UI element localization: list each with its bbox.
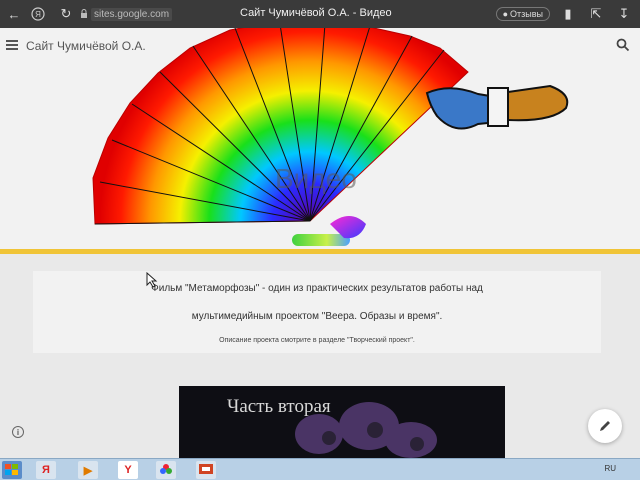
url-text: sites.google.com: [91, 7, 173, 21]
yandex-protect-icon[interactable]: Я: [28, 4, 48, 24]
language-indicator[interactable]: RU: [604, 464, 616, 473]
back-icon[interactable]: ←: [4, 4, 24, 24]
lock-icon: [81, 9, 87, 18]
description-card: Фильм "Метаморфозы" - один из практическ…: [33, 271, 601, 353]
presentation-icon[interactable]: [196, 461, 216, 479]
mouse-cursor-icon: [146, 272, 158, 288]
share-icon[interactable]: ⇱: [586, 4, 606, 24]
reviews-label: Отзывы: [510, 9, 543, 19]
paint-brush-icon: [425, 84, 569, 130]
bookmark-icon[interactable]: ▮: [558, 4, 578, 24]
description-note: Описание проекта смотрите в разделе "Тво…: [219, 337, 415, 344]
speech-bubble-icon: ●: [502, 9, 509, 19]
browser-toolbar: ← Я ↻ sites.google.com Сайт Чумичёвой О.…: [0, 0, 640, 28]
site-header: Сайт Чумичёвой О.А.: [0, 28, 640, 64]
os-taskbar: Я ▶ Y RU: [0, 458, 640, 480]
embedded-video[interactable]: Часть вторая: [179, 386, 505, 458]
reviews-button[interactable]: ● Отзывы: [495, 7, 550, 21]
address-bar[interactable]: sites.google.com: [80, 6, 180, 22]
download-icon[interactable]: ↧: [614, 4, 634, 24]
yandex-icon[interactable]: Я: [36, 461, 56, 479]
svg-text:Я: Я: [35, 10, 41, 19]
media-player-icon[interactable]: ▶: [78, 461, 98, 479]
edit-button[interactable]: [588, 409, 622, 443]
page-title: Видео: [275, 163, 357, 194]
description-line-2: мультимедийным проектом "Веера. Образы и…: [191, 311, 443, 322]
site-title[interactable]: Сайт Чумичёвой О.А.: [26, 39, 146, 53]
video-caption: Часть вторая: [227, 396, 331, 417]
search-icon[interactable]: [616, 38, 630, 52]
paint-stroke: [292, 234, 350, 246]
pencil-icon: [600, 421, 610, 431]
photos-icon[interactable]: [156, 461, 176, 479]
yandex-browser-icon[interactable]: Y: [118, 461, 138, 479]
tab-title: Сайт Чумичёвой О.А. - Видео: [240, 7, 392, 19]
start-icon[interactable]: [2, 461, 22, 479]
description-line-1: Фильм "Метаморфозы" - один из практическ…: [151, 283, 483, 294]
info-icon[interactable]: i: [12, 426, 24, 438]
main-content: Фильм "Метаморфозы" - один из практическ…: [0, 254, 640, 458]
menu-icon[interactable]: [6, 40, 18, 50]
reload-icon[interactable]: ↻: [56, 4, 76, 24]
